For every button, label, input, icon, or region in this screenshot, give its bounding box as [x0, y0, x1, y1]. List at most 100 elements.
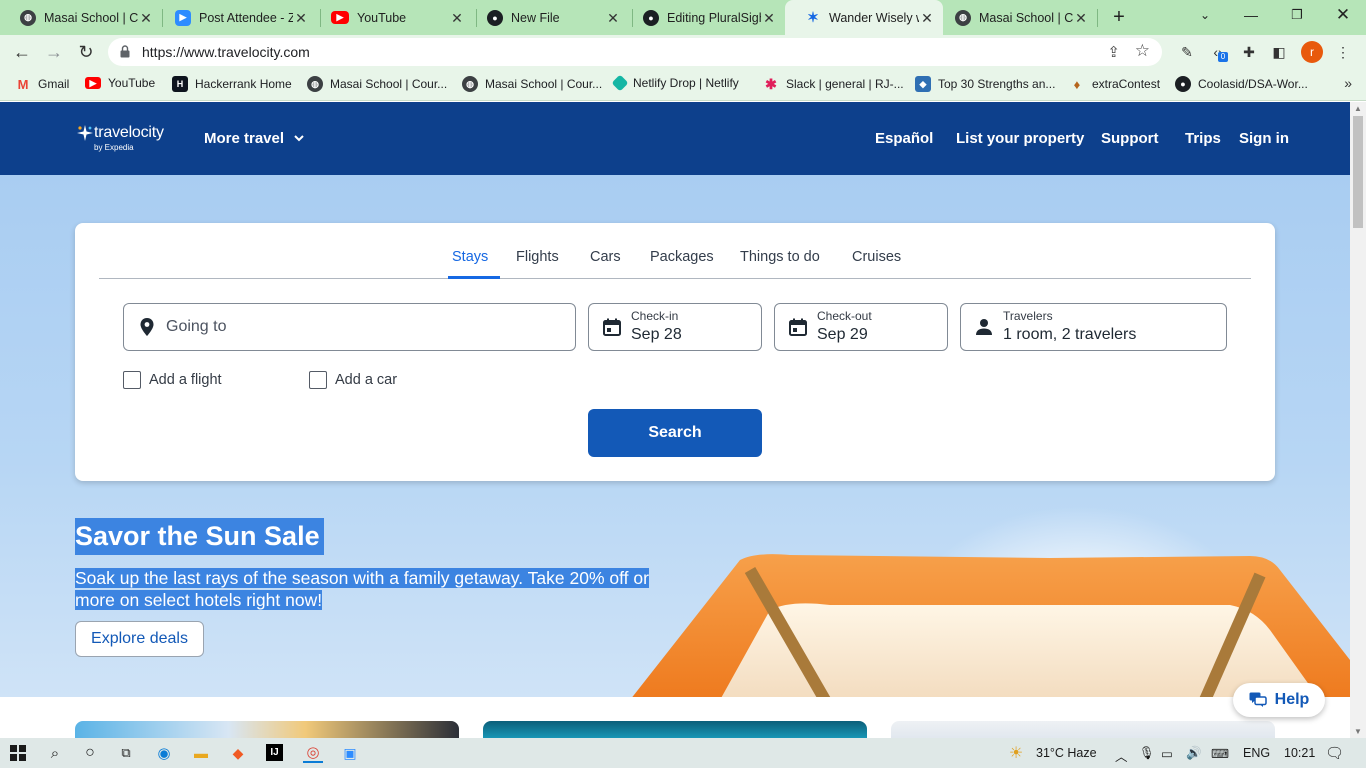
side-panel-icon[interactable]: ◧ [1270, 43, 1288, 61]
chrome-menu-icon[interactable]: ⋮ [1334, 43, 1352, 61]
deal-card-image[interactable] [75, 721, 459, 738]
brave-icon[interactable]: ◆ [228, 743, 248, 763]
scroll-down-icon[interactable]: ▼ [1354, 727, 1362, 736]
close-icon[interactable]: ✕ [449, 10, 465, 26]
extension-code-icon[interactable]: ‹›0 [1209, 43, 1228, 62]
tab-things-to-do[interactable]: Things to do [740, 249, 820, 265]
weather-text[interactable]: 31°C Haze [1036, 746, 1097, 760]
keyboard-icon[interactable]: ⌨ [1211, 746, 1229, 761]
deal-card-image[interactable] [483, 721, 867, 738]
page-scrollbar[interactable]: ▲ ▼ [1350, 102, 1366, 738]
scrollbar-thumb[interactable] [1353, 116, 1363, 228]
bookmark-item[interactable]: ▶ YouTube [85, 76, 155, 90]
language-indicator[interactable]: ENG [1243, 746, 1270, 760]
travelocity-logo[interactable]: travelocity by Expedia [76, 124, 164, 152]
bookmark-star-icon[interactable]: ☆ [1135, 41, 1150, 61]
tab-flights[interactable]: Flights [516, 249, 559, 265]
tab-cars[interactable]: Cars [590, 249, 621, 265]
add-flight-checkbox[interactable]: Add a flight [123, 371, 222, 389]
close-icon[interactable]: ✕ [293, 10, 309, 26]
search-icon[interactable]: ⌕ [45, 743, 65, 763]
browser-tab-active[interactable]: ✶ Wander Wisely w ✕ [785, 0, 943, 35]
nav-trips[interactable]: Trips [1185, 130, 1221, 147]
add-car-checkbox[interactable]: Add a car [309, 371, 397, 389]
bookmark-item[interactable]: Netlify Drop | Netlify [611, 74, 739, 92]
edge-icon[interactable]: ◉ [154, 743, 174, 763]
tab-cruises[interactable]: Cruises [852, 249, 901, 265]
more-bookmarks-icon[interactable]: » [1344, 75, 1352, 91]
tab-packages[interactable]: Packages [650, 249, 714, 265]
browser-tab[interactable]: ● Editing PluralSigh ✕ [623, 0, 785, 35]
browser-tab-strip: ◍ Masai School | Co ✕ ▶ Post Attendee - … [0, 0, 1366, 35]
tab-search-icon[interactable]: ⌄ [1182, 0, 1228, 30]
restore-icon[interactable]: ❐ [1274, 0, 1320, 30]
forward-arrow-icon[interactable]: → [43, 41, 65, 63]
nav-support[interactable]: Support [1101, 130, 1159, 147]
task-view-icon[interactable]: ⧉ [116, 743, 136, 763]
new-tab-icon[interactable]: + [1108, 6, 1130, 28]
more-travel-menu[interactable]: More travel [204, 130, 304, 147]
volume-icon[interactable]: 🔊 [1186, 746, 1202, 761]
bookmark-item[interactable]: ● Coolasid/DSA-Wor... [1175, 76, 1308, 92]
nav-espanol[interactable]: Español [875, 130, 933, 147]
reload-icon[interactable]: ↻ [75, 41, 97, 63]
notifications-icon[interactable]: 🗨 [1325, 744, 1344, 762]
close-window-icon[interactable]: ✕ [1320, 0, 1366, 30]
share-icon[interactable]: ⇪ [1107, 43, 1120, 61]
extension-pen-icon[interactable]: ✎ [1178, 43, 1196, 61]
checkbox-icon[interactable] [309, 371, 327, 389]
close-icon[interactable]: ✕ [919, 10, 935, 26]
zoom-icon[interactable]: ▣ [340, 743, 360, 763]
file-explorer-icon[interactable]: ▬ [191, 743, 211, 763]
browser-tab[interactable]: ▶ YouTube ✕ [311, 0, 473, 35]
search-button[interactable]: Search [588, 409, 762, 457]
person-icon [976, 319, 992, 335]
scroll-up-icon[interactable]: ▲ [1354, 104, 1362, 113]
weather-icon[interactable]: ☀ [1006, 743, 1026, 763]
explore-deals-button[interactable]: Explore deals [75, 621, 204, 657]
search-card: Stays Flights Cars Packages Things to do… [75, 223, 1275, 481]
destination-field[interactable]: Going to [123, 303, 576, 351]
close-icon[interactable]: ✕ [605, 10, 621, 26]
browser-tab[interactable]: ◍ Masai School | Co ✕ [935, 0, 1097, 35]
help-button[interactable]: Help [1233, 683, 1325, 717]
nav-sign-in[interactable]: Sign in [1239, 130, 1289, 147]
windows-start-icon[interactable] [8, 743, 28, 763]
back-arrow-icon[interactable]: ← [11, 41, 33, 63]
tab-title: New File [511, 10, 560, 25]
browser-tab[interactable]: ● New File ✕ [467, 0, 629, 35]
travelers-field[interactable]: Travelers 1 room, 2 travelers [960, 303, 1227, 351]
bookmark-item[interactable]: ◆ Top 30 Strengths an... [915, 76, 1055, 92]
battery-icon[interactable]: ▭ [1161, 746, 1173, 761]
browser-tab[interactable]: ▶ Post Attendee - Z ✕ [155, 0, 317, 35]
browser-tab[interactable]: ◍ Masai School | Co ✕ [0, 0, 162, 35]
bookmark-item[interactable]: ◍ Masai School | Cour... [307, 76, 447, 92]
close-icon[interactable]: ✕ [761, 10, 777, 26]
bookmark-item[interactable]: M Gmail [15, 76, 70, 92]
close-icon[interactable]: ✕ [1073, 10, 1089, 26]
bookmark-item[interactable]: ◍ Masai School | Cour... [462, 76, 602, 92]
bookmark-label: Netlify Drop | Netlify [633, 76, 739, 90]
bookmark-label: Masai School | Cour... [485, 77, 603, 91]
checkbox-icon[interactable] [123, 371, 141, 389]
cortana-icon[interactable]: ○ [80, 743, 100, 763]
tab-stays[interactable]: Stays [452, 249, 488, 265]
check-out-field[interactable]: Check-out Sep 29 [774, 303, 948, 351]
more-travel-label: More travel [204, 130, 285, 147]
chrome-icon[interactable]: ◎ [303, 743, 323, 763]
profile-avatar[interactable]: r [1301, 41, 1323, 63]
microphone-icon[interactable]: 🎙 [1139, 746, 1155, 761]
address-bar[interactable]: https://www.travelocity.com ⇪ ☆ [108, 38, 1162, 66]
tray-chevron-up-icon[interactable]: ︿ [1115, 746, 1128, 765]
bookmark-item[interactable]: ♦ extraContest [1069, 76, 1160, 92]
clock[interactable]: 10:21 [1284, 746, 1315, 760]
nav-list-property[interactable]: List your property [956, 130, 1084, 147]
deal-card-image[interactable] [891, 721, 1275, 738]
minimize-icon[interactable]: — [1228, 0, 1274, 30]
bookmark-item[interactable]: ✱ Slack | general | RJ-... [763, 76, 903, 92]
check-in-field[interactable]: Check-in Sep 28 [588, 303, 762, 351]
close-icon[interactable]: ✕ [138, 10, 154, 26]
bookmark-item[interactable]: H Hackerrank Home [172, 76, 292, 92]
extensions-puzzle-icon[interactable]: ✚ [1240, 43, 1258, 61]
intellij-icon[interactable]: IJ [266, 744, 283, 761]
